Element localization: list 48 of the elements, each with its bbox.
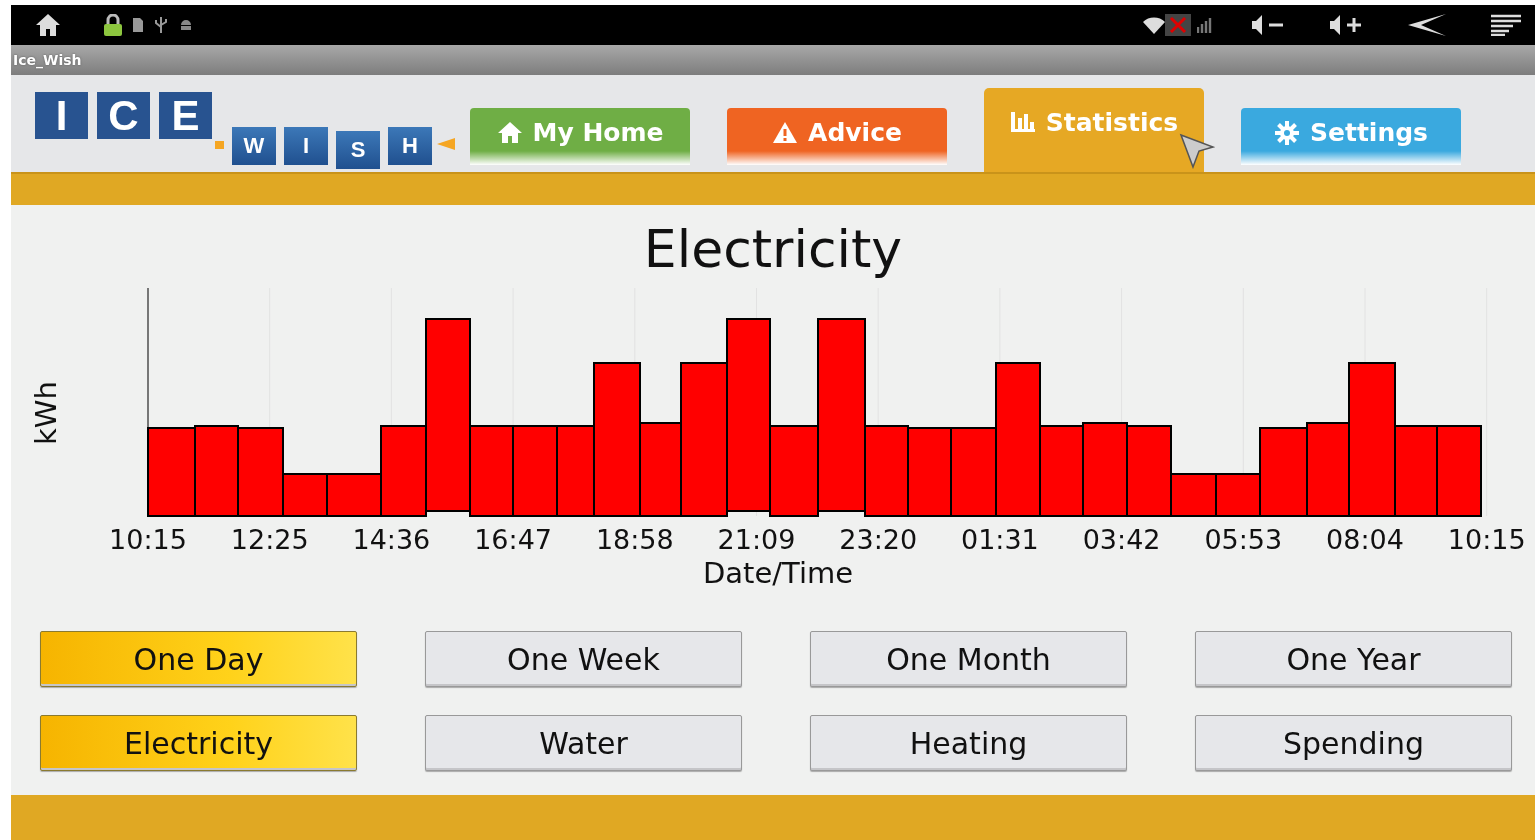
- warning-icon: [772, 120, 799, 145]
- logo-letter: W: [232, 127, 276, 165]
- menu-icon[interactable]: [1491, 14, 1521, 36]
- axis-label: 01:31: [961, 524, 1039, 551]
- metric-button[interactable]: Electricity: [40, 715, 357, 771]
- window-title: Ice_Wish: [13, 52, 82, 68]
- android-icon: [179, 19, 193, 31]
- chart-title: Electricity: [643, 218, 903, 281]
- period-button[interactable]: One Year: [1195, 631, 1512, 687]
- volume-down-icon[interactable]: [1251, 14, 1285, 36]
- axis-label: 16:47: [474, 524, 552, 551]
- axis-label: 03:42: [1082, 524, 1161, 551]
- settings-icon: [1274, 120, 1300, 145]
- home-icon[interactable]: [35, 13, 61, 37]
- x-axis-title: Date/Time: [701, 555, 854, 591]
- volume-up-icon[interactable]: [1329, 14, 1363, 36]
- y-axis-title: kWh: [29, 381, 63, 445]
- period-button[interactable]: One Day: [40, 631, 357, 687]
- metric-button[interactable]: Heating: [810, 715, 1127, 771]
- metric-button[interactable]: Spending: [1195, 715, 1512, 771]
- home-icon: [496, 120, 523, 145]
- pointer-icon: [1179, 133, 1215, 169]
- logo-letter: E: [159, 92, 212, 139]
- logo-letter: I: [284, 127, 328, 165]
- sd-card-icon: [133, 18, 143, 32]
- metric-button[interactable]: Water: [425, 715, 742, 771]
- axis-label: 14:36: [352, 524, 431, 551]
- axis-label: 23:20: [839, 524, 918, 551]
- axis-label: 12:25: [230, 524, 309, 551]
- usb-icon: [155, 17, 167, 33]
- logo-letter: S: [336, 131, 380, 169]
- logo-letter: I: [35, 92, 88, 139]
- axis-label: 10:15: [1447, 524, 1526, 551]
- axis-label: 21:09: [717, 524, 796, 551]
- axis-label: 08:04: [1326, 524, 1404, 551]
- lock-icon: [103, 14, 123, 36]
- period-button[interactable]: One Month: [810, 631, 1127, 687]
- back-icon[interactable]: [1407, 13, 1447, 37]
- wifi-icon: [1143, 16, 1165, 34]
- logo-letter: C: [97, 92, 150, 139]
- period-button[interactable]: One Week: [425, 631, 742, 687]
- logo-arrow-icon: [437, 138, 455, 150]
- axis-label: 05:53: [1204, 524, 1283, 551]
- axis-label: 10:15: [109, 524, 187, 551]
- axis-label: 18:58: [595, 524, 674, 551]
- no-signal-icon: [1165, 14, 1191, 36]
- logo-letter: H: [388, 127, 432, 165]
- bar-chart-icon: [1009, 110, 1036, 134]
